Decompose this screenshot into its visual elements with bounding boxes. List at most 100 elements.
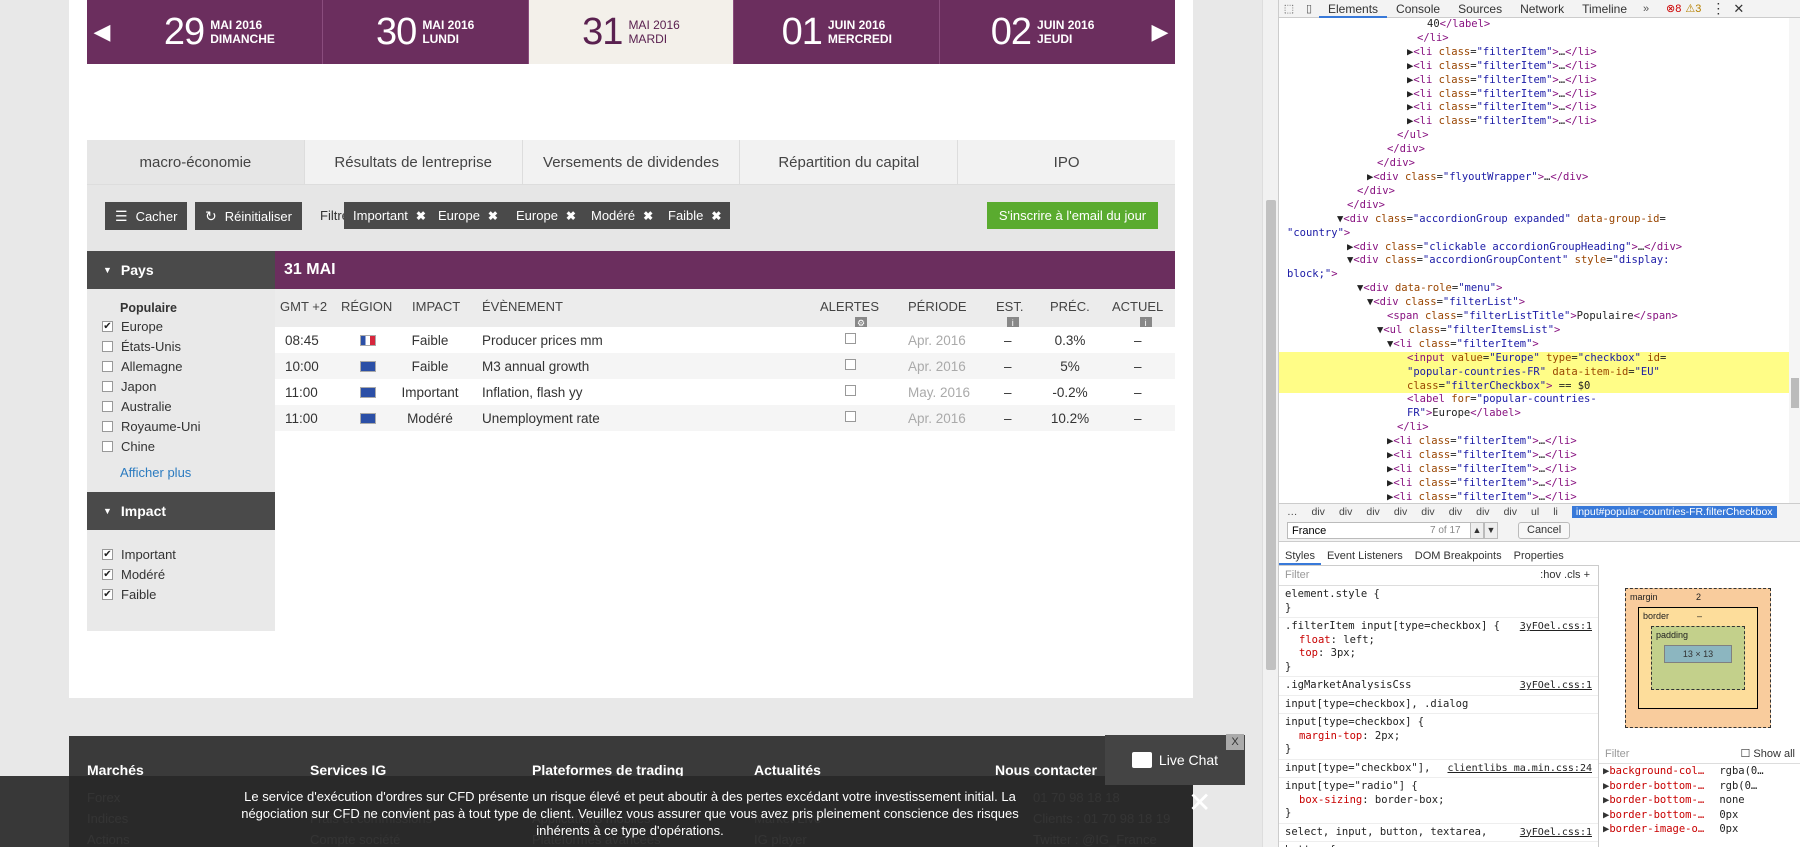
remove-icon[interactable]: ✖ [643, 209, 653, 223]
devtools-tab-timeline[interactable]: Timeline [1573, 0, 1636, 18]
panel-tab[interactable]: DOM Breakpoints [1409, 547, 1508, 565]
style-rule[interactable]: input[type="radio"] {box-sizing: border-… [1279, 778, 1598, 824]
style-rule[interactable]: input[type=checkbox] {margin-top: 2px;} [1279, 714, 1598, 760]
filter-option[interactable]: Australie [102, 396, 275, 416]
dom-node[interactable]: block;"> [1279, 268, 1789, 282]
filter-chip[interactable]: Important ✖ [344, 202, 435, 229]
filter-option[interactable]: ✔ Faible [102, 584, 275, 604]
breadcrumb-item[interactable]: div [1312, 506, 1325, 518]
dom-node[interactable]: ▶<li class="filterItem">…</li> [1279, 46, 1789, 60]
computed-property[interactable]: ▶ background-col… rgba(0… [1599, 764, 1800, 779]
dom-node[interactable]: ▶<li class="filterItem">…</li> [1279, 60, 1789, 74]
dom-node[interactable]: ▶<li class="filterItem">…</li> [1279, 74, 1789, 88]
styles-filter[interactable]: Filter :hov .cls + [1279, 566, 1598, 586]
dom-node[interactable]: ▶<li class="filterItem">…</li> [1279, 491, 1789, 503]
style-rule[interactable]: .igMarketAnalysisCss 3yFOel.css:1 [1279, 677, 1598, 696]
filter-option[interactable]: États-Unis [102, 336, 275, 356]
dom-node[interactable]: ▼<div class="filterList"> [1279, 296, 1789, 310]
computed-property[interactable]: ▶ border-bottom-… rgb(0… [1599, 779, 1800, 794]
panel-tab[interactable]: Properties [1508, 547, 1570, 565]
close-icon[interactable]: ✕ [1188, 786, 1211, 819]
breadcrumb-item[interactable]: li [1553, 506, 1558, 518]
alert-checkbox[interactable] [845, 385, 856, 396]
filter-option[interactable]: ✔ Modéré [102, 564, 275, 584]
style-rule[interactable]: element.style {} [1279, 586, 1598, 618]
computed-property[interactable]: ▶ border-bottom-… none [1599, 793, 1800, 808]
alert-checkbox[interactable] [845, 411, 856, 422]
style-rule[interactable]: input[type="checkbox"], clientlibs ma.min… [1279, 760, 1598, 778]
prev-date-arrow-icon[interactable]: ◀ [87, 0, 117, 64]
checkbox[interactable] [102, 380, 113, 392]
dom-node[interactable]: </li> [1279, 32, 1789, 46]
remove-icon[interactable]: ✖ [416, 209, 426, 223]
dom-node[interactable]: FR">Europe</label> [1279, 407, 1789, 421]
computed-filter[interactable]: Filter ☐ Show all [1599, 746, 1800, 764]
style-property[interactable]: margin-top: 2px; [1285, 730, 1592, 744]
table-row[interactable]: 10:00 Faible M3 annual growth Apr. 2016 – 5% – [275, 353, 1175, 379]
checkbox[interactable] [102, 400, 113, 412]
alert-checkbox[interactable] [845, 359, 856, 370]
dom-node[interactable]: ▼<div data-role="menu"> [1279, 282, 1789, 296]
breadcrumb-item[interactable]: div [1449, 506, 1462, 518]
devtools-tab-console[interactable]: Console [1387, 0, 1449, 18]
dom-node[interactable]: ▶<li class="filterItem">…</li> [1279, 115, 1789, 129]
checkbox[interactable] [102, 420, 113, 432]
hide-button[interactable]: ☰ Cacher [105, 202, 188, 230]
tab-3[interactable]: Répartition du capital [740, 140, 959, 185]
filter-option[interactable]: Japon [102, 376, 275, 396]
next-date-arrow-icon[interactable]: ▶ [1145, 0, 1175, 64]
devtools-tab-sources[interactable]: Sources [1449, 0, 1511, 18]
page-scrollbar[interactable] [1262, 0, 1278, 847]
dom-node[interactable]: </div> [1279, 185, 1789, 199]
computed-property[interactable]: ▶ border-bottom-… 0px [1599, 808, 1800, 823]
close-icon[interactable]: ✕ [1733, 1, 1744, 17]
rule-source-link[interactable]: 3yFOel.css:1 [1520, 826, 1592, 840]
dom-node[interactable]: </div> [1279, 143, 1789, 157]
table-row[interactable]: 11:00 Modéré Unemployment rate Apr. 2016 – 10… [275, 405, 1175, 431]
dom-node[interactable]: 40</label> [1279, 18, 1789, 32]
impact-accordion-heading[interactable]: ▼ Impact [87, 492, 275, 530]
checkbox-checked[interactable]: ✔ [102, 320, 113, 332]
checkbox-checked[interactable]: ✔ [102, 568, 113, 580]
breadcrumb-item[interactable]: div [1366, 506, 1379, 518]
more-tabs-icon[interactable]: » [1636, 3, 1656, 15]
tab-0[interactable]: macro-économie [87, 140, 305, 185]
dom-node[interactable]: ▶<li class="filterItem">…</li> [1279, 449, 1789, 463]
dom-node[interactable]: <label for="popular-countries- [1279, 393, 1789, 407]
checkbox[interactable] [102, 360, 113, 372]
dom-node[interactable]: ▼<div class="accordionGroupContent" styl… [1279, 254, 1789, 268]
tab-4[interactable]: IPO [958, 140, 1175, 185]
dom-node[interactable]: <span class="filterListTitle">Populaire<… [1279, 310, 1789, 324]
kebab-menu-icon[interactable]: ⋮ [1711, 0, 1725, 17]
dom-node[interactable]: ▶<div class="flyoutWrapper">…</div> [1279, 171, 1789, 185]
computed-property[interactable]: ▶ border-image-o… 0px [1599, 822, 1800, 837]
checkbox[interactable] [102, 440, 113, 452]
table-row[interactable]: 11:00 Important Inflation, flash yy May. 20… [275, 379, 1175, 405]
dom-tree[interactable]: 40</label> </li> ▶<li class="filterItem">…… [1279, 18, 1789, 503]
show-more-link[interactable]: Afficher plus [120, 465, 275, 480]
breadcrumb-item[interactable]: div [1476, 506, 1489, 518]
dom-node[interactable]: ▶<li class="filterItem">…</li> [1279, 477, 1789, 491]
dom-tree-scrollbar[interactable] [1789, 18, 1800, 503]
rule-source-link[interactable]: clientlibs ma.min.css:24 [1448, 762, 1593, 776]
dom-node[interactable]: ▶<li class="filterItem">…</li> [1279, 101, 1789, 115]
date-02[interactable]: 02 JUIN 2016 JEUDI [940, 0, 1145, 64]
search-cancel-button[interactable]: Cancel [1518, 522, 1571, 539]
devtools-tab-network[interactable]: Network [1511, 0, 1573, 18]
remove-icon[interactable]: ✖ [488, 209, 498, 223]
filter-chip[interactable]: Faible ✖ [659, 202, 731, 229]
panel-tab[interactable]: Event Listeners [1321, 547, 1409, 565]
filter-option[interactable]: ✔ Europe [102, 316, 275, 336]
breadcrumb-item[interactable]: div [1421, 506, 1434, 518]
checkbox-checked[interactable]: ✔ [102, 548, 113, 560]
dom-node[interactable]: ▼<ul class="filterItemsList"> [1279, 324, 1789, 338]
reset-button[interactable]: ↻ Réinitialiser [195, 202, 302, 230]
breadcrumb-selected[interactable]: input#popular-countries-FR.filterCheckbo… [1571, 506, 1777, 518]
style-rule[interactable]: select, input, button, textarea, 3yFOel.c… [1279, 824, 1598, 842]
style-rule[interactable]: button { [1279, 842, 1598, 847]
chevron-up-icon[interactable]: ▲ [1470, 522, 1484, 539]
breadcrumb-item[interactable]: div [1394, 506, 1407, 518]
chevron-down-icon[interactable]: ▼ [1484, 522, 1498, 539]
tab-2[interactable]: Versements de dividendes [522, 140, 741, 185]
panel-tab[interactable]: Styles [1279, 547, 1321, 565]
